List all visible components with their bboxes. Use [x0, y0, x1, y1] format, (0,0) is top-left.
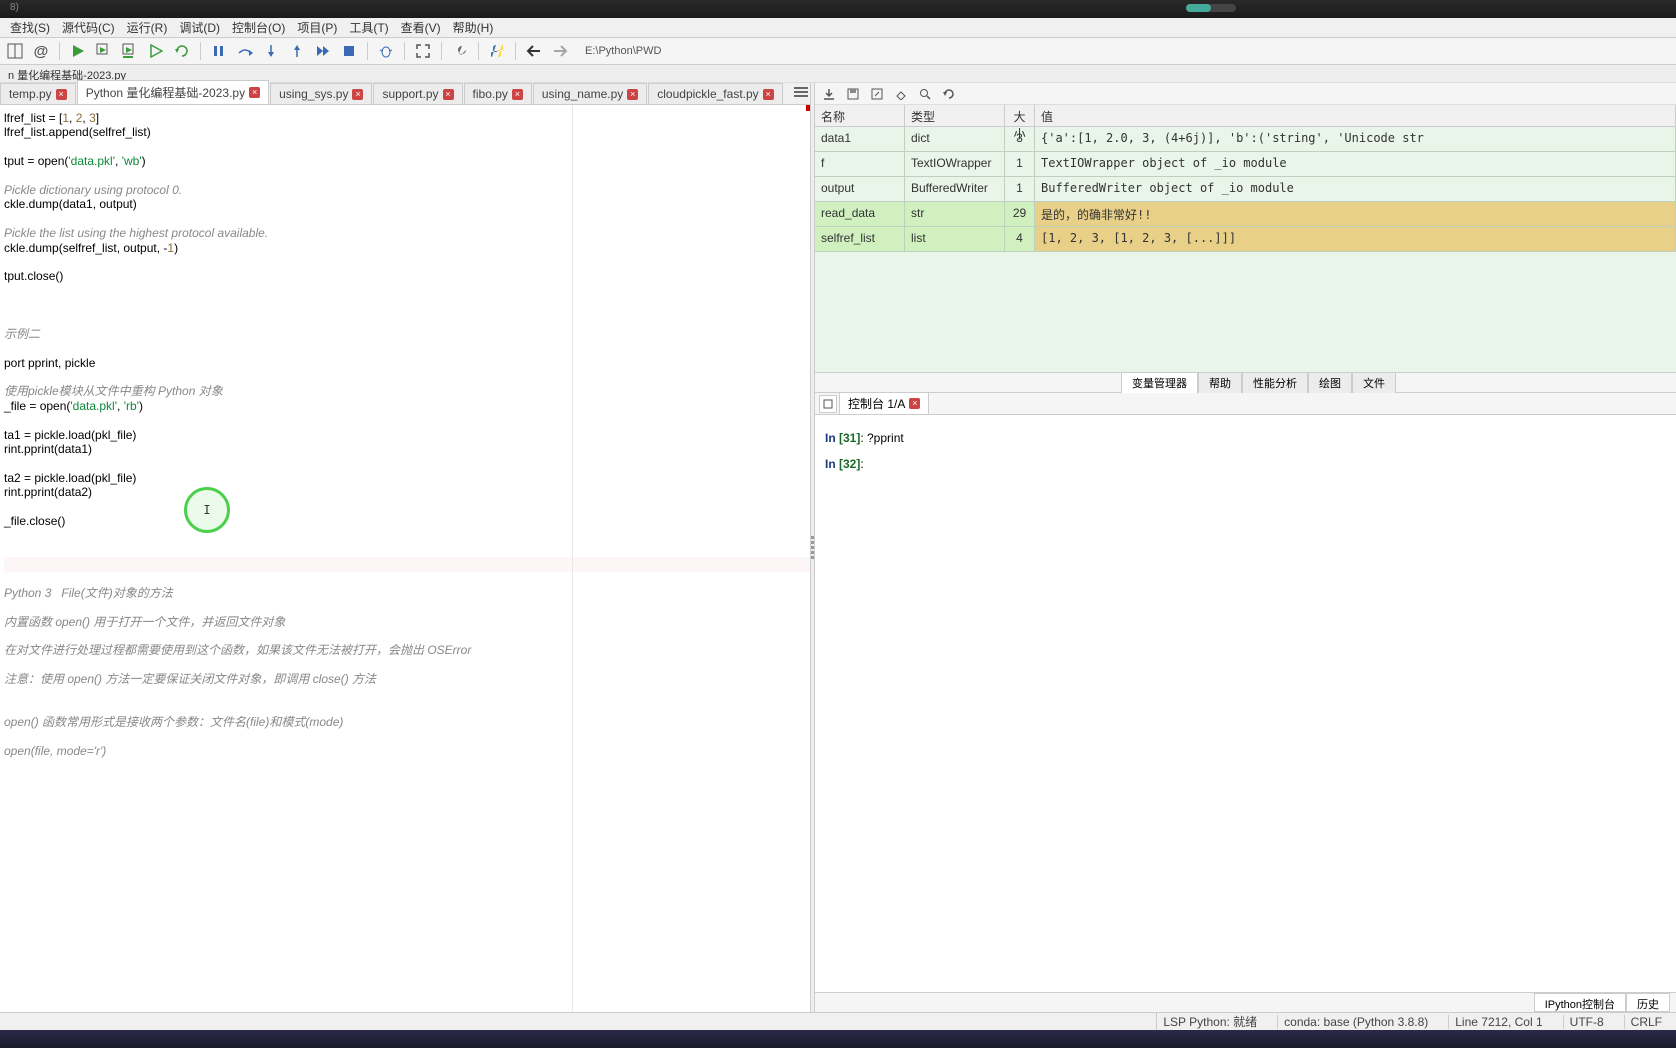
python-icon[interactable]	[486, 40, 508, 62]
menu-find[interactable]: 查找(S)	[4, 17, 56, 38]
tab-ipython[interactable]: IPython控制台	[1534, 993, 1626, 1012]
eraser-icon[interactable]	[893, 86, 909, 102]
status-conda[interactable]: conda: base (Python 3.8.8)	[1277, 1015, 1434, 1029]
run-icon[interactable]	[67, 40, 89, 62]
variable-explorer: 名称 类型 大小 值 data1dict3{'a':[1, 2.0, 3, (4…	[815, 83, 1676, 393]
editor-tab-cloudpickle[interactable]: cloudpickle_fast.py×	[648, 83, 782, 104]
menu-bar: 查找(S) 源代码(C) 运行(R) 调试(D) 控制台(O) 项目(P) 工具…	[0, 18, 1676, 38]
os-taskbar[interactable]	[0, 1030, 1676, 1048]
editor-tab-using-name[interactable]: using_name.py×	[533, 83, 647, 104]
main-toolbar: @ E:\Python\PWD	[0, 38, 1676, 65]
debug-stop-icon[interactable]	[338, 40, 360, 62]
console-output[interactable]: In [31]: ?pprintIn [32]:	[815, 415, 1676, 992]
var-row[interactable]: fTextIOWrapper1TextIOWrapper object of _…	[815, 152, 1676, 177]
run-cell-advance-icon[interactable]	[119, 40, 141, 62]
cursor-highlight: I	[184, 487, 230, 533]
maximize-icon[interactable]	[412, 40, 434, 62]
pane-icon[interactable]	[4, 40, 26, 62]
vertical-splitter[interactable]	[810, 83, 815, 1012]
close-icon[interactable]: ×	[352, 89, 363, 100]
progress-indicator	[1186, 4, 1236, 12]
editor-tab-fibo[interactable]: fibo.py×	[464, 83, 532, 104]
status-bar: LSP Python: 就绪 conda: base (Python 3.8.8…	[0, 1012, 1676, 1030]
import-icon[interactable]	[821, 86, 837, 102]
var-header-name[interactable]: 名称	[815, 105, 905, 127]
status-eol: CRLF	[1624, 1015, 1668, 1029]
right-panel-tabs: 变量管理器 帮助 性能分析 绘图 文件	[815, 372, 1676, 392]
search-icon[interactable]	[917, 86, 933, 102]
var-header-type[interactable]: 类型	[905, 105, 1005, 127]
window-time-label: 8)	[10, 2, 19, 13]
debug-step-in-icon[interactable]	[260, 40, 282, 62]
console-bottom-tabs: IPython控制台 历史	[815, 992, 1676, 1012]
hamburger-icon[interactable]	[794, 85, 808, 99]
tab-plot[interactable]: 绘图	[1308, 372, 1352, 394]
tab-help[interactable]: 帮助	[1198, 372, 1242, 394]
debug-continue-icon[interactable]	[312, 40, 334, 62]
menu-source[interactable]: 源代码(C)	[56, 17, 121, 38]
close-icon[interactable]: ×	[249, 87, 260, 98]
save-as-icon[interactable]	[869, 86, 885, 102]
console-tab[interactable]: 控制台 1/A ×	[839, 392, 929, 415]
refresh-icon[interactable]	[941, 86, 957, 102]
var-header-size[interactable]: 大小	[1005, 105, 1035, 127]
editor-tab-main[interactable]: Python 量化编程基础-2023.py×	[77, 80, 269, 104]
var-toolbar	[815, 83, 1676, 105]
menu-console[interactable]: 控制台(O)	[226, 17, 291, 38]
editor-tab-bar: temp.py× Python 量化编程基础-2023.py× using_sy…	[0, 83, 810, 105]
editor-tab-temp[interactable]: temp.py×	[0, 83, 76, 104]
run-cell-icon[interactable]	[93, 40, 115, 62]
run-selection-icon[interactable]	[145, 40, 167, 62]
editor-tab-support[interactable]: support.py×	[373, 83, 462, 104]
close-icon[interactable]: ×	[56, 89, 67, 100]
close-icon[interactable]: ×	[763, 89, 774, 100]
close-icon[interactable]: ×	[627, 89, 638, 100]
toolbar-path: E:\Python\PWD	[585, 45, 661, 57]
menu-project[interactable]: 项目(P)	[291, 17, 343, 38]
menu-view[interactable]: 查看(V)	[395, 17, 447, 38]
close-icon[interactable]: ×	[512, 89, 523, 100]
var-row[interactable]: data1dict3{'a':[1, 2.0, 3, (4+6j)], 'b':…	[815, 127, 1676, 152]
var-table-header: 名称 类型 大小 值	[815, 105, 1676, 127]
nav-forward-icon[interactable]	[549, 40, 571, 62]
window-titlebar: 8)	[0, 0, 1676, 18]
var-row[interactable]: read_datastr29是的，的确非常好!!	[815, 202, 1676, 227]
menu-help[interactable]: 帮助(H)	[447, 17, 500, 38]
status-encoding: UTF-8	[1563, 1015, 1610, 1029]
close-icon[interactable]: ×	[443, 89, 454, 100]
menu-debug[interactable]: 调试(D)	[173, 17, 226, 38]
var-table: 名称 类型 大小 值 data1dict3{'a':[1, 2.0, 3, (4…	[815, 105, 1676, 372]
tab-perf[interactable]: 性能分析	[1242, 372, 1308, 394]
code-editor[interactable]: lfref_list = [1, 2, 3]lfref_list.append(…	[0, 105, 810, 1012]
debug-bug-icon[interactable]	[375, 40, 397, 62]
editor-tab-using-sys[interactable]: using_sys.py×	[270, 83, 372, 104]
tab-history[interactable]: 历史	[1626, 993, 1670, 1012]
at-icon[interactable]: @	[30, 40, 52, 62]
rerun-icon[interactable]	[171, 40, 193, 62]
debug-step-over-icon[interactable]	[234, 40, 256, 62]
var-row[interactable]: selfref_listlist4[1, 2, 3, [1, 2, 3, [..…	[815, 227, 1676, 252]
nav-back-icon[interactable]	[523, 40, 545, 62]
console-menu-icon[interactable]	[819, 395, 837, 413]
debug-step-out-icon[interactable]	[286, 40, 308, 62]
wrench-icon[interactable]	[449, 40, 471, 62]
console-tab-bar: 控制台 1/A ×	[815, 393, 1676, 415]
status-lsp: LSP Python: 就绪	[1156, 1013, 1263, 1030]
status-line: Line 7212, Col 1	[1448, 1015, 1548, 1029]
var-row[interactable]: outputBufferedWriter1BufferedWriter obje…	[815, 177, 1676, 202]
var-header-value[interactable]: 值	[1035, 105, 1676, 127]
menu-tools[interactable]: 工具(T)	[343, 17, 394, 38]
tab-files[interactable]: 文件	[1352, 372, 1396, 394]
tab-variables[interactable]: 变量管理器	[1121, 372, 1198, 394]
debug-pause-icon[interactable]	[208, 40, 230, 62]
console-pane: 控制台 1/A × In [31]: ?pprintIn [32]: IPyth…	[815, 393, 1676, 1012]
menu-run[interactable]: 运行(R)	[121, 17, 174, 38]
close-icon[interactable]: ×	[909, 398, 920, 409]
editor-pane: temp.py× Python 量化编程基础-2023.py× using_sy…	[0, 83, 810, 1012]
save-icon[interactable]	[845, 86, 861, 102]
